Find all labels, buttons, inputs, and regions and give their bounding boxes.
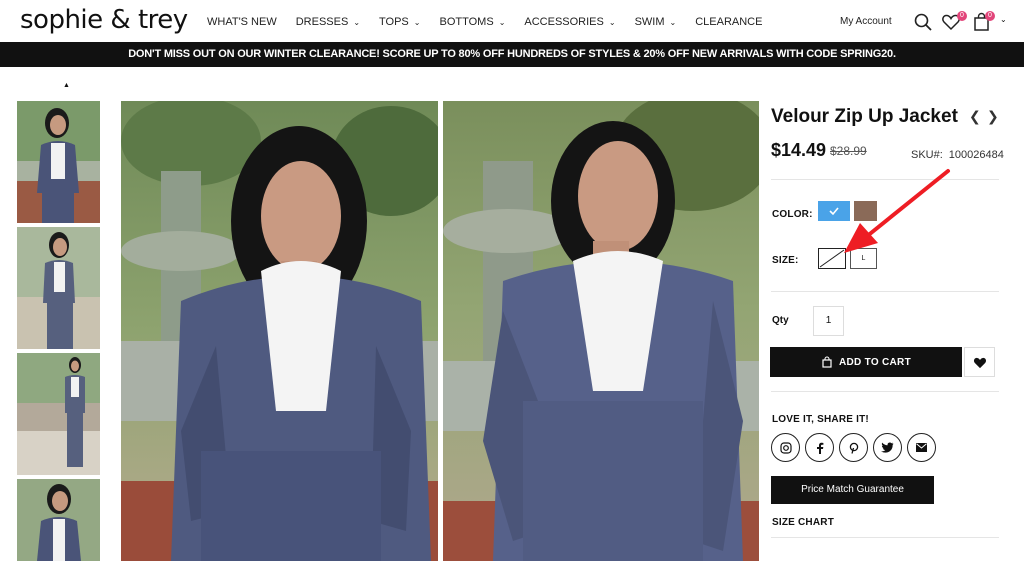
my-account-link[interactable]: My Account [840, 16, 892, 27]
chevron-down-icon: ⌄ [608, 17, 616, 27]
email-icon [916, 443, 927, 452]
product-thumbnail[interactable] [17, 227, 100, 349]
nav-clearance[interactable]: CLEARANCE [695, 16, 762, 28]
sku-value: 100026484 [948, 149, 1004, 161]
add-to-cart-label: ADD TO CART [838, 356, 911, 368]
product-title: Velour Zip Up Jacket [771, 106, 958, 127]
instagram-icon [779, 441, 792, 454]
promo-banner[interactable]: DON'T MISS OUT ON OUR WINTER CLEARANCE! … [0, 42, 1024, 67]
nav-whats-new[interactable]: WHAT'S NEW [207, 16, 277, 28]
chevron-left-icon[interactable]: ❮ [969, 108, 981, 125]
chevron-down-icon: ⌄ [498, 17, 506, 27]
nav-tops[interactable]: TOPS ⌄ [379, 16, 420, 28]
product-price: $14.49 [771, 140, 827, 160]
site-header: sophie & trey WHAT'S NEW DRESSES ⌄ TOPS ⌄ … [0, 0, 1024, 42]
main-nav: WHAT'S NEW DRESSES ⌄ TOPS ⌄ BOTTOMS ⌄ ACCES… [207, 16, 781, 28]
divider [771, 537, 999, 538]
add-to-cart-button[interactable]: ADD TO CART [770, 347, 962, 377]
quantity-label: Qty [772, 315, 789, 326]
sku-label: SKU#: [911, 149, 943, 161]
share-instagram-button[interactable] [771, 433, 800, 462]
thumbnail-up-arrow-icon[interactable]: ▲ [63, 82, 70, 89]
share-label: LOVE IT, SHARE IT! [772, 414, 869, 425]
original-price: $28.99 [830, 144, 867, 158]
product-thumbnail[interactable] [17, 353, 100, 475]
heart-icon [973, 357, 986, 368]
product-main-image[interactable] [443, 101, 759, 561]
facebook-icon [816, 442, 823, 454]
nav-accessories[interactable]: ACCESSORIES ⌄ [524, 16, 615, 28]
chevron-down-icon: ⌄ [353, 17, 361, 27]
quantity-input[interactable]: 1 [813, 306, 844, 336]
divider [771, 291, 999, 292]
size-chart-link[interactable]: SIZE CHART [772, 517, 834, 528]
chevron-right-icon[interactable]: ❯ [987, 108, 999, 125]
wishlist-count-badge: 0 [957, 11, 967, 21]
share-facebook-button[interactable] [805, 433, 834, 462]
product-thumbnail[interactable] [17, 479, 100, 561]
divider [771, 391, 999, 392]
pinterest-icon [849, 442, 858, 454]
share-twitter-button[interactable] [873, 433, 902, 462]
add-to-wishlist-button[interactable] [964, 347, 995, 377]
product-main-image[interactable] [121, 101, 438, 561]
price-match-button[interactable]: Price Match Guarantee [771, 476, 934, 504]
bag-icon [822, 356, 832, 368]
nav-swim[interactable]: SWIM ⌄ [635, 16, 677, 28]
color-label: COLOR: [772, 209, 813, 220]
product-thumbnail[interactable] [17, 101, 100, 223]
annotation-arrow-icon [844, 169, 950, 253]
chevron-down-icon[interactable]: ⌄ [1000, 15, 1007, 24]
share-email-button[interactable] [907, 433, 936, 462]
chevron-down-icon: ⌄ [669, 17, 677, 27]
twitter-icon [881, 442, 894, 453]
product-sku: SKU#: 100026484 [911, 149, 1004, 161]
site-logo[interactable]: sophie & trey [20, 5, 188, 35]
search-icon[interactable] [913, 12, 933, 32]
share-pinterest-button[interactable] [839, 433, 868, 462]
chevron-down-icon: ⌄ [413, 17, 421, 27]
size-label: SIZE: [772, 255, 799, 266]
nav-bottoms[interactable]: BOTTOMS ⌄ [439, 16, 505, 28]
nav-dresses[interactable]: DRESSES ⌄ [296, 16, 360, 28]
cart-count-badge: 0 [985, 11, 995, 21]
